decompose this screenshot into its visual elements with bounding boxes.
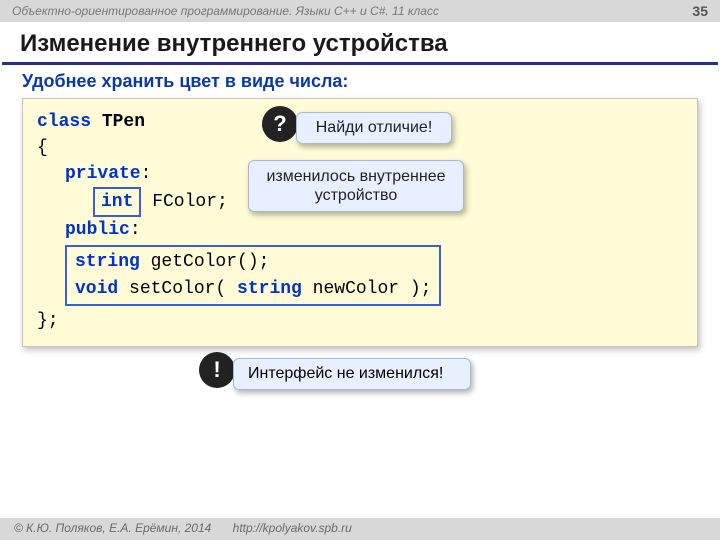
interface-highlight-box: string getColor(); void setColor( string…: [65, 245, 441, 305]
fn-setcolor-b: newColor );: [302, 279, 432, 299]
int-highlight-box: int: [93, 187, 141, 217]
footer: © К.Ю. Поляков, Е.А. Ерёмин, 2014 http:/…: [0, 518, 720, 540]
fn-setcolor-a: setColor(: [118, 279, 237, 299]
brace-close: };: [37, 308, 683, 334]
callout-internal-changed: изменилось внутреннее устройство: [248, 160, 464, 212]
course-title: Объектно-ориентированное программировани…: [12, 4, 439, 18]
fn-getcolor: getColor();: [140, 252, 270, 272]
footer-copyright: © К.Ю. Поляков, Е.А. Ерёмин, 2014: [14, 521, 211, 535]
class-name: TPen: [102, 112, 145, 132]
page-number: 35: [692, 3, 708, 19]
ret-type-string: string: [75, 252, 140, 272]
question-badge: ?: [262, 106, 298, 142]
kw-class: class: [37, 112, 91, 132]
footer-link[interactable]: http://kpolyakov.spb.ru: [233, 521, 352, 535]
field-name: FColor;: [141, 192, 227, 212]
ret-type-void: void: [75, 279, 118, 299]
header-strip: Объектно-ориентированное программировани…: [0, 0, 720, 22]
subtitle: Удобнее хранить цвет в виде числа:: [0, 71, 720, 98]
exclamation-badge: !: [199, 352, 235, 388]
callout-interface-same: Интерфейс не изменился!: [233, 358, 471, 390]
kw-public: public: [65, 220, 130, 240]
kw-private: private: [65, 164, 141, 184]
callout-find-difference: Найди отличие!: [296, 112, 452, 144]
page-title: Изменение внутреннего устройства: [2, 22, 718, 65]
param-type: string: [237, 279, 302, 299]
